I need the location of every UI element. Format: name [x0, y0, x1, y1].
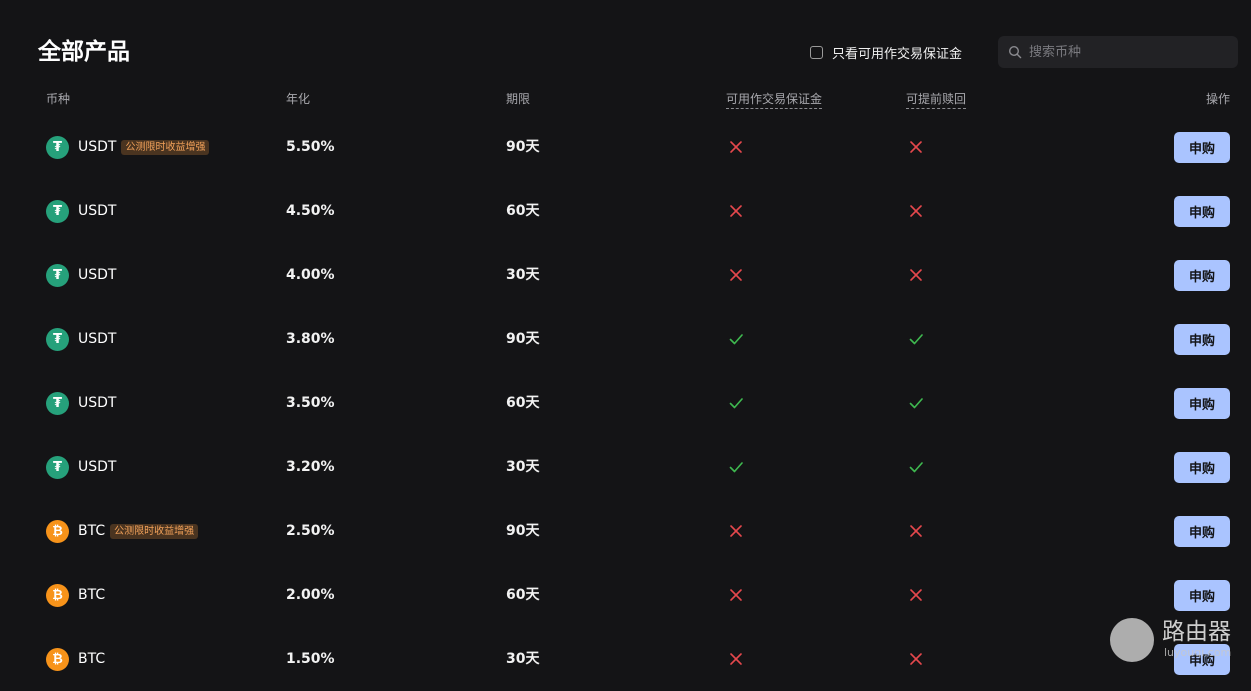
term: 30天 — [506, 459, 540, 475]
check-icon — [909, 462, 923, 473]
check-icon — [729, 462, 743, 473]
coin-name: USDT — [78, 266, 116, 284]
column-header-action: 操作 — [1206, 92, 1231, 106]
term: 90天 — [506, 523, 540, 539]
cross-icon — [730, 653, 742, 665]
product-table: ₮ USDT 公测限时收益增强 5.50% 90天 申购 ₮ USDT 4.50%… — [0, 115, 1251, 691]
coin-label: BTC — [78, 523, 106, 539]
annual-rate: 5.50% — [286, 139, 335, 155]
coin-label: BTC — [78, 587, 106, 603]
check-icon — [909, 334, 923, 345]
margin-filter-toggle[interactable]: 只看可用作交易保证金 — [810, 42, 962, 62]
cross-icon — [910, 525, 922, 537]
table-row: ₿ BTC 2.00% 60天 申购 — [0, 563, 1251, 627]
annual-rate: 2.00% — [286, 587, 335, 603]
column-header-term[interactable]: 期限 — [506, 90, 530, 107]
table-row: ₮ USDT 3.80% 90天 申购 — [0, 307, 1251, 371]
table-row: ₿ BTC 1.50% 30天 申购 — [0, 627, 1251, 691]
usdt-icon: ₮ — [46, 392, 69, 415]
promo-badge: 公测限时收益增强 — [110, 524, 199, 539]
coin-name: USDT — [78, 394, 116, 412]
subscribe-button[interactable]: 申购 — [1174, 324, 1230, 355]
coin-label: USDT — [78, 139, 117, 155]
table-row: ₮ USDT 3.20% 30天 申购 — [0, 435, 1251, 499]
table-header: 币种 年化 期限 可用作交易保证金 可提前赎回 操作 — [0, 88, 1251, 109]
usdt-icon: ₮ — [46, 328, 69, 351]
annual-rate: 4.50% — [286, 203, 335, 219]
coin-label: USDT — [78, 203, 117, 219]
btc-icon: ₿ — [46, 584, 69, 607]
margin-filter-checkbox[interactable] — [810, 45, 823, 59]
subscribe-button[interactable]: 申购 — [1174, 580, 1230, 611]
cross-icon — [730, 269, 742, 281]
coin-name: USDT 公测限时收益增强 — [78, 138, 210, 156]
subscribe-button[interactable]: 申购 — [1174, 452, 1230, 483]
column-header-coin: 币种 — [46, 92, 71, 106]
cross-icon — [910, 269, 922, 281]
coin-label: USDT — [78, 331, 117, 347]
search-icon — [1008, 45, 1022, 59]
subscribe-button[interactable]: 申购 — [1174, 132, 1230, 163]
coin-name: USDT — [78, 330, 116, 348]
cross-icon — [910, 589, 922, 601]
usdt-icon: ₮ — [46, 136, 69, 159]
usdt-icon: ₮ — [46, 200, 69, 223]
term: 60天 — [506, 203, 540, 219]
column-header-early-redeem[interactable]: 可提前赎回 — [906, 90, 967, 109]
table-row: ₿ BTC 公测限时收益增强 2.50% 90天 申购 — [0, 499, 1251, 563]
table-row: ₮ USDT 公测限时收益增强 5.50% 90天 申购 — [0, 115, 1251, 179]
cross-icon — [730, 589, 742, 601]
subscribe-button[interactable]: 申购 — [1174, 644, 1230, 675]
annual-rate: 3.20% — [286, 459, 335, 475]
term: 30天 — [506, 267, 540, 283]
annual-rate: 2.50% — [286, 523, 335, 539]
check-icon — [729, 398, 743, 409]
coin-label: USDT — [78, 459, 117, 475]
annual-rate: 4.00% — [286, 267, 335, 283]
table-row: ₮ USDT 4.00% 30天 申购 — [0, 243, 1251, 307]
btc-icon: ₿ — [46, 648, 69, 671]
term: 90天 — [506, 139, 540, 155]
margin-filter-label: 只看可用作交易保证金 — [832, 46, 963, 62]
table-row: ₮ USDT 4.50% 60天 申购 — [0, 179, 1251, 243]
cross-icon — [730, 525, 742, 537]
term: 90天 — [506, 331, 540, 347]
annual-rate: 3.80% — [286, 331, 335, 347]
coin-name: BTC 公测限时收益增强 — [78, 522, 199, 540]
coin-name: BTC — [78, 586, 105, 604]
page-header: 全部产品 只看可用作交易保证金 — [38, 36, 1238, 68]
column-header-rate[interactable]: 年化 — [286, 90, 310, 107]
coin-label: BTC — [78, 651, 106, 667]
search-box[interactable] — [998, 36, 1238, 68]
term: 30天 — [506, 651, 540, 667]
table-row: ₮ USDT 3.50% 60天 申购 — [0, 371, 1251, 435]
coin-label: USDT — [78, 395, 117, 411]
subscribe-button[interactable]: 申购 — [1174, 516, 1230, 547]
subscribe-button[interactable]: 申购 — [1174, 196, 1230, 227]
btc-icon: ₿ — [46, 520, 69, 543]
coin-name: USDT — [78, 458, 116, 476]
search-input[interactable] — [1027, 43, 1226, 61]
term: 60天 — [506, 587, 540, 603]
page-title: 全部产品 — [38, 39, 130, 65]
usdt-icon: ₮ — [46, 264, 69, 287]
coin-label: USDT — [78, 267, 117, 283]
cross-icon — [910, 653, 922, 665]
check-icon — [729, 334, 743, 345]
usdt-icon: ₮ — [46, 456, 69, 479]
subscribe-button[interactable]: 申购 — [1174, 260, 1230, 291]
cross-icon — [730, 141, 742, 153]
check-icon — [909, 398, 923, 409]
column-header-margin[interactable]: 可用作交易保证金 — [726, 90, 823, 109]
annual-rate: 3.50% — [286, 395, 335, 411]
subscribe-button[interactable]: 申购 — [1174, 388, 1230, 419]
coin-name: BTC — [78, 650, 105, 668]
cross-icon — [910, 141, 922, 153]
term: 60天 — [506, 395, 540, 411]
coin-name: USDT — [78, 202, 116, 220]
annual-rate: 1.50% — [286, 651, 335, 667]
promo-badge: 公测限时收益增强 — [121, 140, 210, 155]
cross-icon — [730, 205, 742, 217]
cross-icon — [910, 205, 922, 217]
